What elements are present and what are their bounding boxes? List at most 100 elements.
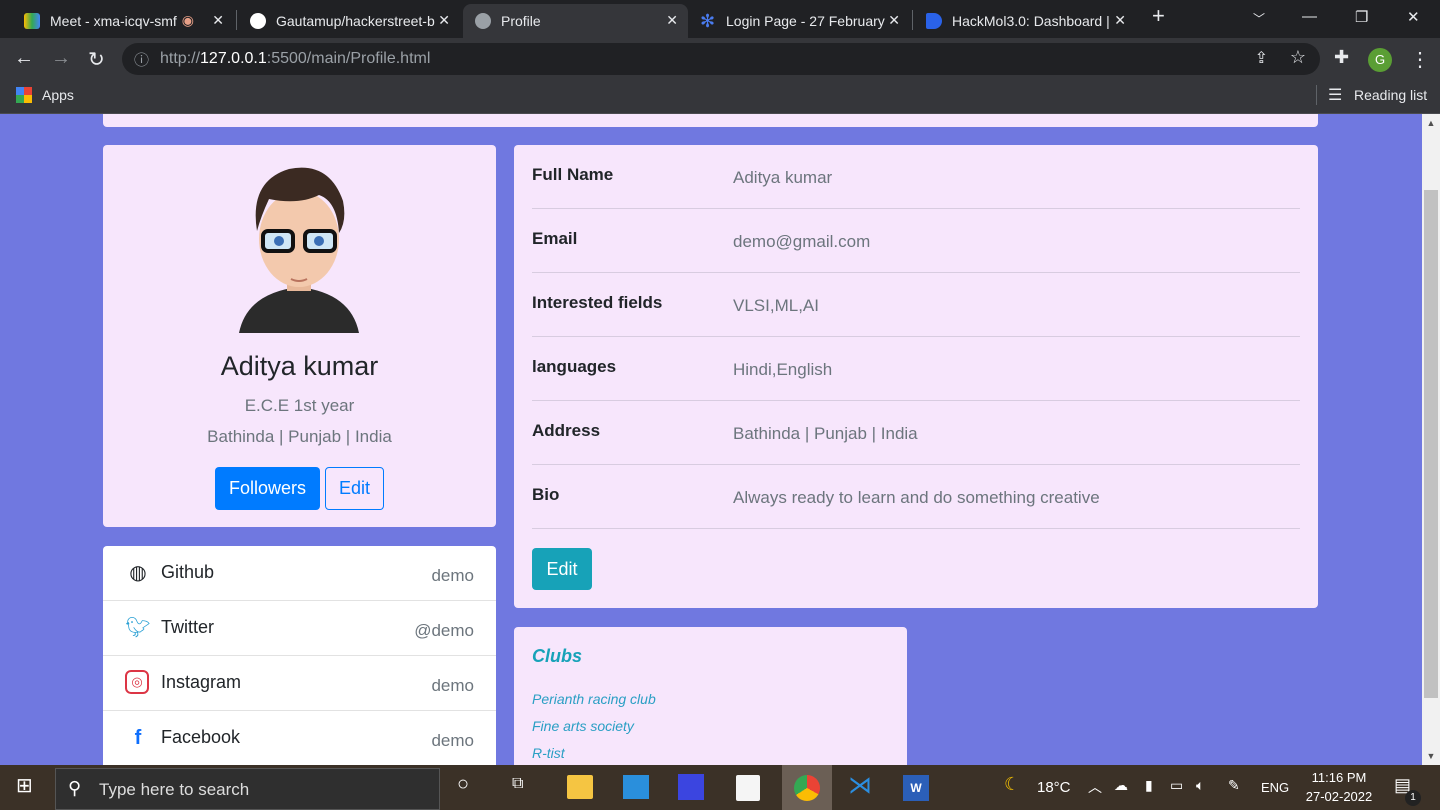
detail-value: VLSI,ML,AI [733,296,819,315]
detail-value: Always ready to learn and do something c… [733,488,1100,507]
info-icon: ⓘ [134,52,150,69]
tab-title: Profile [501,13,541,29]
reading-list-button[interactable]: Reading list [1354,87,1427,103]
tab-title: HackMol3.0: Dashboard | [952,13,1110,29]
detail-row-languages: languages Hindi,English [532,337,1300,401]
scroll-up-icon[interactable]: ▲ [1422,118,1440,128]
dashboard-icon [926,13,942,29]
detail-label: Bio [532,485,560,504]
detail-label: Full Name [532,165,614,184]
app-icon[interactable] [678,774,704,800]
social-item-github[interactable]: ◍ Github demo [103,546,496,601]
url-path: :5500/main/Profile.html [266,50,431,67]
social-name: Github [161,562,215,582]
detail-row-bio: Bio Always ready to learn and do somethin… [532,465,1300,529]
profile-avatar[interactable]: G [1368,48,1392,72]
windows-start-icon[interactable]: ⊞ [16,773,33,798]
weather-temp[interactable]: 18°C [1037,779,1071,796]
close-window-button[interactable]: ✕ [1407,8,1420,26]
apps-icon [16,87,32,103]
close-tab-icon[interactable]: ✕ [1114,12,1126,29]
scroll-down-icon[interactable]: ▼ [1422,751,1440,761]
detail-row-interests: Interested fields VLSI,ML,AI [532,273,1300,337]
new-tab-button[interactable]: + [1152,3,1165,29]
tab-github[interactable]: Gautamup/hackerstreet-b ✕ [238,4,460,38]
language-indicator[interactable]: ENG [1261,780,1289,795]
followers-button[interactable]: Followers [215,467,320,510]
clock-time[interactable]: 11:16 PM [1304,770,1374,785]
tab-search-icon[interactable]: ﹀ [1253,10,1265,27]
share-icon[interactable]: ⇪ [1255,48,1268,68]
social-name: Twitter [161,617,215,637]
social-name: Instagram [161,672,242,692]
search-placeholder: Type here to search [99,780,250,799]
profile-card: Aditya kumar E.C.E 1st year Bathinda | P… [103,145,496,527]
onedrive-icon[interactable]: ☁ [1114,777,1128,794]
profile-location: Bathinda | Punjab | India [207,427,392,446]
tab-profile[interactable]: Profile ✕ [463,4,688,38]
volume-icon[interactable]: 🔈︎ [1196,777,1204,794]
detail-row-address: Address Bathinda | Punjab | India [532,401,1300,465]
address-bar[interactable]: ⓘ http://127.0.0.1:5500/main/Profile.htm… [122,43,1320,75]
url-host: 127.0.0.1 [200,50,267,67]
tab-login[interactable]: ✻ Login Page - 27 February ✕ [688,4,910,38]
edit-details-button[interactable]: Edit [532,548,592,590]
twitter-icon: 🐦︎ [125,617,151,639]
social-item-instagram[interactable]: ◎ Instagram demo [103,656,496,711]
social-item-twitter[interactable]: 🐦︎ Twitter @demo [103,601,496,656]
tab-bar: Meet - xma-icqv-smf ◉ ✕ Gautamup/hackerstr… [0,0,1440,38]
taskbar-search[interactable]: ⚲ Type here to search [55,768,440,810]
clock-date[interactable]: 27-02-2022 [1302,789,1376,804]
pen-icon[interactable]: ✎ [1228,777,1240,794]
avatar [239,167,359,333]
search-icon: ⚲ [68,778,82,798]
close-tab-icon[interactable]: ✕ [212,12,224,29]
social-item-facebook[interactable]: f Facebook demo [103,711,496,766]
reload-button[interactable]: ↻ [88,47,105,72]
profile-course: E.C.E 1st year [244,396,355,415]
detail-value: Bathinda | Punjab | India [733,424,918,443]
battery-icon[interactable]: ▭ [1170,777,1183,794]
restore-button[interactable]: ❐ [1355,8,1368,26]
scrollbar[interactable]: ▲ ▼ [1422,114,1440,765]
recording-icon: ◉ [181,12,194,28]
store-icon[interactable] [736,775,760,801]
reading-list-icon: ☰ [1328,87,1343,104]
social-handle: demo [431,731,474,750]
word-icon[interactable]: W [903,775,929,801]
chevron-up-icon[interactable]: ︿ [1088,777,1102,797]
bookmark-star-icon[interactable]: ☆ [1290,47,1306,68]
globe-icon [475,13,491,29]
social-handle: demo [431,566,474,585]
detail-label: languages [532,357,617,376]
close-tab-icon[interactable]: ✕ [666,12,678,29]
menu-icon[interactable]: ⋮ [1410,47,1430,72]
apps-bookmark[interactable]: Apps [42,87,74,103]
cortana-icon[interactable]: ○ [457,773,469,796]
microphone-icon[interactable]: ▮ [1145,777,1153,794]
close-tab-icon[interactable]: ✕ [438,12,450,29]
back-button[interactable]: ← [14,47,34,70]
file-explorer-icon[interactable] [567,775,593,799]
details-card: Full Name Aditya kumar Email demo@gmail.co… [514,145,1318,608]
scrollbar-thumb[interactable] [1424,190,1438,698]
tab-hackmol[interactable]: HackMol3.0: Dashboard | ✕ [914,4,1136,38]
edit-profile-button[interactable]: Edit [325,467,384,510]
taskbar: ⊞ ⚲ Type here to search ○ ⧉ ⋊ W ☾ 18°C ︿… [0,765,1440,810]
tab-meet[interactable]: Meet - xma-icqv-smf ◉ ✕ [12,4,234,38]
mail-icon[interactable] [623,775,649,799]
minimize-button[interactable]: — [1302,8,1317,25]
task-view-icon[interactable]: ⧉ [512,775,523,793]
detail-label: Address [532,421,601,440]
forward-button[interactable]: → [51,47,71,70]
extensions-icon[interactable]: ✚ [1334,47,1349,68]
clubs-card: Clubs Perianth racing club Fine arts soc… [514,627,907,772]
close-tab-icon[interactable]: ✕ [888,12,900,29]
detail-row-email: Email demo@gmail.com [532,209,1300,273]
chrome-taskbar-button[interactable] [782,765,832,810]
chrome-icon [794,775,820,801]
vscode-icon[interactable]: ⋊ [848,771,872,800]
detail-label: Interested fields [532,293,663,312]
social-list: ◍ Github demo 🐦︎ Twitter @demo ◎ Instagram dem… [103,546,496,766]
clubs-title: Clubs [532,646,583,666]
